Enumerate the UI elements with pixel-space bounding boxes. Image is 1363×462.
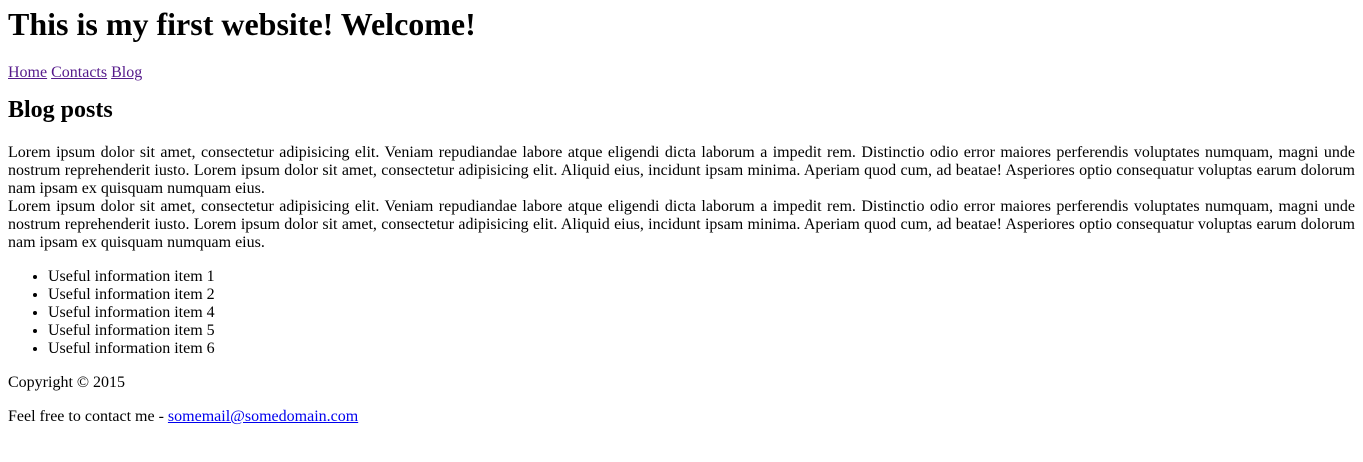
page-title: This is my first website! Welcome!	[8, 6, 476, 42]
blog-post-text: Lorem ipsum dolor sit amet, consectetur …	[8, 144, 1355, 197]
contact-email-link[interactable]: somemail@somedomain.com	[168, 408, 358, 425]
list-item: Useful information item 4	[48, 304, 1355, 322]
page: This is my first website! Welcome! Home …	[0, 0, 1363, 426]
section-title: Blog posts	[8, 97, 113, 123]
blog-post-text: Lorem ipsum dolor sit amet, consectetur …	[8, 198, 1355, 251]
blog-posts: Lorem ipsum dolor sit amet, consectetur …	[8, 144, 1355, 252]
contact-line: Feel free to contact me - somemail@somed…	[8, 408, 1355, 426]
list-item: Useful information item 5	[48, 322, 1355, 340]
list-item: Useful information item 6	[48, 340, 1355, 358]
nav-link-contacts[interactable]: Contacts	[51, 64, 107, 81]
nav-link-blog[interactable]: Blog	[111, 64, 142, 81]
info-list: Useful information item 1 Useful informa…	[8, 268, 1355, 358]
contact-prefix: Feel free to contact me -	[8, 408, 168, 425]
list-item: Useful information item 1	[48, 268, 1355, 286]
list-item: Useful information item 2	[48, 286, 1355, 304]
nav-link-home[interactable]: Home	[8, 64, 47, 81]
nav-bar: Home Contacts Blog	[8, 64, 1355, 82]
copyright-text: Copyright © 2015	[8, 374, 126, 391]
